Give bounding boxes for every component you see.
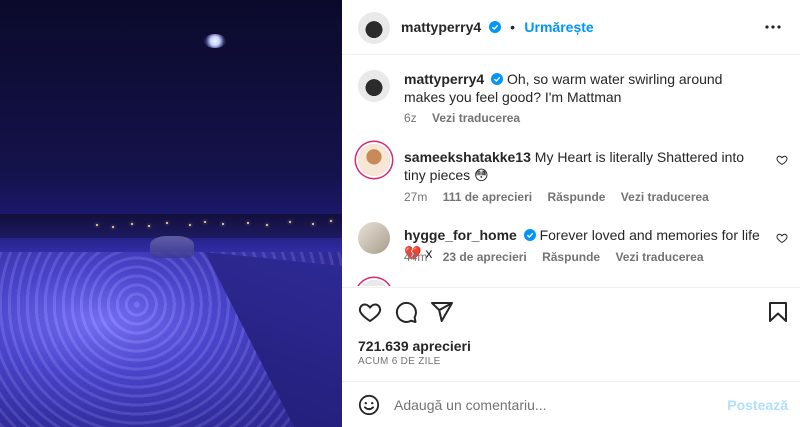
add-comment-bar: Postează bbox=[342, 381, 800, 427]
comment-item: sameekshatakke13 My Heart is literally S… bbox=[358, 144, 788, 204]
comment-input[interactable] bbox=[394, 394, 714, 416]
caption-username[interactable]: mattyperry4 bbox=[404, 71, 484, 87]
post-actions: 721.639 aprecieri ACUM 6 DE ZILE Posteaz… bbox=[342, 287, 800, 427]
separator-dot: • bbox=[510, 19, 515, 35]
comment-likes[interactable]: 111 de aprecieri bbox=[443, 190, 532, 204]
comment-age: 27m bbox=[404, 190, 428, 204]
post-media-image[interactable] bbox=[0, 0, 342, 427]
verified-icon bbox=[523, 229, 536, 241]
caption-age: 6z bbox=[404, 111, 417, 125]
caption-translate-link[interactable]: Vezi traducerea bbox=[432, 111, 520, 125]
post-header: mattyperry4 • Urmărește bbox=[342, 0, 800, 55]
post-timestamp: ACUM 6 DE ZILE bbox=[358, 356, 441, 367]
heart-icon[interactable] bbox=[776, 154, 788, 166]
city-lights bbox=[0, 218, 342, 232]
comment-username[interactable]: hygge_for_home bbox=[404, 227, 517, 243]
comment-likes[interactable]: 23 de aprecieri bbox=[443, 250, 527, 264]
bookmark-icon[interactable] bbox=[766, 300, 790, 324]
caption-meta: 6z Vezi traducerea bbox=[404, 111, 532, 125]
author-avatar[interactable] bbox=[358, 12, 390, 44]
follow-button[interactable]: Urmărește bbox=[524, 19, 593, 35]
translate-link[interactable]: Vezi traducerea bbox=[621, 190, 709, 204]
comment-avatar[interactable] bbox=[358, 222, 390, 254]
post-comment-button[interactable]: Postează bbox=[727, 397, 788, 413]
verified-icon bbox=[491, 73, 504, 85]
verified-icon bbox=[488, 21, 501, 33]
comment-username[interactable]: sameekshatakke13 bbox=[404, 149, 531, 165]
author-line: mattyperry4 • Urmărește bbox=[401, 19, 594, 37]
heart-icon[interactable] bbox=[776, 232, 788, 244]
share-icon[interactable] bbox=[430, 300, 454, 324]
comments-list[interactable]: mattyperry4 Oh, so warm water swirling a… bbox=[342, 56, 800, 286]
comment-age: 44m bbox=[404, 250, 428, 264]
comment-text: sameekshatakke13 My Heart is literally S… bbox=[404, 148, 764, 184]
comment-item: hygge_for_home Forever loved and memorie… bbox=[358, 222, 788, 282]
likes-count[interactable]: 721.639 aprecieri bbox=[358, 338, 471, 354]
reply-button[interactable]: Răspunde bbox=[542, 250, 600, 264]
caption-text: mattyperry4 Oh, so warm water swirling a… bbox=[404, 70, 764, 106]
translate-link[interactable]: Vezi traducerea bbox=[615, 250, 703, 264]
emoji-icon[interactable] bbox=[358, 394, 380, 416]
more-icon[interactable] bbox=[764, 18, 782, 36]
comment-meta: 44m 23 de aprecieri Răspunde Vezi traduc… bbox=[404, 250, 716, 264]
person-in-pool bbox=[150, 236, 194, 258]
caption-avatar[interactable] bbox=[358, 70, 390, 102]
author-username[interactable]: mattyperry4 bbox=[401, 19, 481, 35]
comment-avatar[interactable] bbox=[358, 144, 390, 176]
comment-icon[interactable] bbox=[394, 300, 418, 324]
reply-button[interactable]: Răspunde bbox=[547, 190, 605, 204]
moon bbox=[204, 34, 226, 48]
post-panel: mattyperry4 • Urmărește mattyperry4 Oh, … bbox=[342, 0, 800, 427]
heart-icon[interactable] bbox=[358, 300, 382, 324]
comment-meta: 27m 111 de aprecieri Răspunde Vezi tradu… bbox=[404, 190, 721, 204]
caption: mattyperry4 Oh, so warm water swirling a… bbox=[358, 70, 788, 130]
